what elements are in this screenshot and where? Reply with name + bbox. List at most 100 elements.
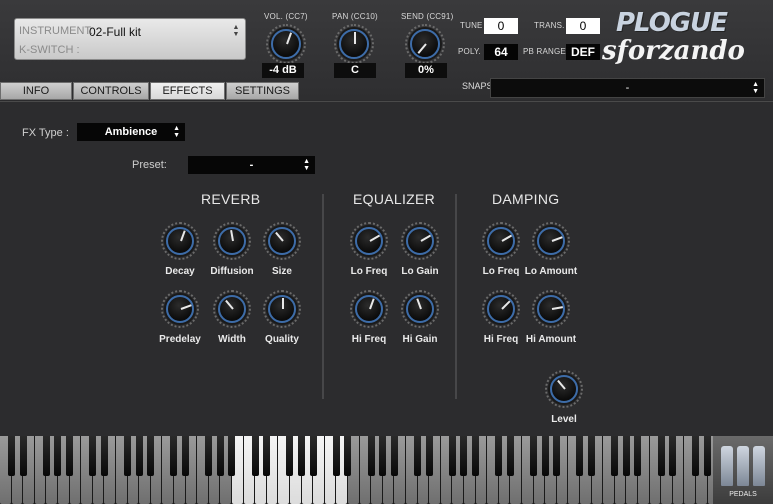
snapshot-updown-icon[interactable]: ▲ ▼ xyxy=(752,81,759,95)
pedals-label: PEDALS xyxy=(729,491,757,498)
level-level-knob[interactable] xyxy=(550,375,578,403)
black-key[interactable] xyxy=(553,436,561,476)
damping-lo-amount-label: Lo Amount xyxy=(524,266,578,277)
reverb-quality-label: Quality xyxy=(265,334,299,345)
black-key[interactable] xyxy=(704,436,711,476)
black-key[interactable] xyxy=(390,436,398,476)
black-key[interactable] xyxy=(286,436,294,476)
pedals-panel[interactable]: PEDALS xyxy=(713,436,773,504)
fx-type-value: Ambience xyxy=(104,126,158,138)
black-key[interactable] xyxy=(8,436,15,476)
damping-lo-amount-knob[interactable] xyxy=(537,227,565,255)
black-key[interactable] xyxy=(147,436,155,476)
black-key[interactable] xyxy=(692,436,700,476)
preset-updown-icon[interactable]: ▲ ▼ xyxy=(303,158,310,172)
trans-value[interactable]: 0 xyxy=(566,18,600,34)
black-key[interactable] xyxy=(611,436,619,476)
black-key[interactable] xyxy=(506,436,514,476)
black-key[interactable] xyxy=(669,436,677,476)
black-key[interactable] xyxy=(19,436,27,476)
damping-hi-amount-knob[interactable] xyxy=(537,295,565,323)
piano-keyboard[interactable] xyxy=(0,436,713,504)
black-key[interactable] xyxy=(135,436,143,476)
black-key[interactable] xyxy=(332,436,340,476)
pbrange-value[interactable]: DEF xyxy=(566,44,600,60)
black-key[interactable] xyxy=(622,436,630,476)
eq-hi-gain-knob[interactable] xyxy=(406,295,434,323)
pedal-middle[interactable] xyxy=(737,446,749,486)
preset-select[interactable]: - ▲ ▼ xyxy=(188,156,315,174)
black-key[interactable] xyxy=(588,436,595,476)
divider-right xyxy=(455,194,457,399)
black-key[interactable] xyxy=(344,436,352,476)
black-key[interactable] xyxy=(124,436,131,476)
black-key[interactable] xyxy=(205,436,213,476)
black-key[interactable] xyxy=(460,436,468,476)
pedal-right[interactable] xyxy=(753,446,765,486)
eq-hi-gain-label: Hi Gain xyxy=(402,334,438,345)
eq-lo-gain-knob[interactable] xyxy=(406,227,434,255)
poly-value[interactable]: 64 xyxy=(484,44,518,60)
black-key[interactable] xyxy=(216,436,224,476)
pan-label: PAN (CC10) xyxy=(332,12,378,21)
black-key[interactable] xyxy=(298,436,305,476)
reverb-size-knob[interactable] xyxy=(268,227,296,255)
black-key[interactable] xyxy=(414,436,421,476)
black-key[interactable] xyxy=(530,436,537,476)
black-key[interactable] xyxy=(576,436,584,476)
black-key[interactable] xyxy=(541,436,549,476)
black-key[interactable] xyxy=(657,436,665,476)
eq-hi-freq-knob[interactable] xyxy=(355,295,383,323)
reverb-diffusion-knob[interactable] xyxy=(218,227,246,255)
black-key[interactable] xyxy=(309,436,317,476)
tune-value[interactable]: 0 xyxy=(484,18,518,34)
tab-settings[interactable]: SETTINGS xyxy=(226,82,299,100)
black-key[interactable] xyxy=(425,436,433,476)
reverb-title: REVERB xyxy=(201,191,261,207)
damping-title: DAMPING xyxy=(492,191,560,207)
tab-info[interactable]: INFO xyxy=(0,82,72,100)
black-key[interactable] xyxy=(100,436,108,476)
black-key[interactable] xyxy=(448,436,456,476)
fx-type-select[interactable]: Ambience ▲ ▼ xyxy=(77,123,185,141)
black-key[interactable] xyxy=(42,436,50,476)
black-key[interactable] xyxy=(182,436,189,476)
effects-panel: FX Type : Ambience ▲ ▼ Preset: - ▲ ▼ REVER… xyxy=(0,101,773,436)
pedal-left[interactable] xyxy=(721,446,733,486)
damping-hi-freq-knob[interactable] xyxy=(487,295,515,323)
black-key[interactable] xyxy=(89,436,97,476)
black-key[interactable] xyxy=(634,436,642,476)
reverb-width-knob[interactable] xyxy=(218,295,246,323)
sforzando-logo: sforzando xyxy=(602,36,745,66)
black-key[interactable] xyxy=(66,436,73,476)
black-key[interactable] xyxy=(367,436,375,476)
reverb-predelay-knob[interactable] xyxy=(166,295,194,323)
preset-value: - xyxy=(249,159,254,171)
instrument-updown-icon[interactable]: ▲ ▼ xyxy=(231,24,241,38)
reverb-size-label: Size xyxy=(271,266,292,277)
eq-lo-freq-knob[interactable] xyxy=(355,227,383,255)
damping-lo-freq-knob[interactable] xyxy=(487,227,515,255)
tune-label: TUNE xyxy=(460,21,483,30)
vol-knob[interactable] xyxy=(271,29,301,59)
tab-controls[interactable]: CONTROLS xyxy=(73,82,149,100)
black-key[interactable] xyxy=(495,436,503,476)
black-key[interactable] xyxy=(170,436,178,476)
tab-effects[interactable]: EFFECTS xyxy=(150,82,225,100)
black-key[interactable] xyxy=(54,436,62,476)
black-key[interactable] xyxy=(263,436,271,476)
instrument-selector[interactable]: INSTRUMENT: 02-Full kit K-SWITCH : ▲ ▼ xyxy=(14,18,246,60)
black-key[interactable] xyxy=(472,436,479,476)
instrument-value: 02-Full kit xyxy=(89,25,142,39)
pan-knob[interactable] xyxy=(339,29,369,59)
black-key[interactable] xyxy=(251,436,259,476)
damping-hi-amount-label: Hi Amount xyxy=(525,334,577,345)
reverb-decay-knob[interactable] xyxy=(166,227,194,255)
snapshot-select[interactable]: - ▲ ▼ xyxy=(490,78,765,98)
instrument-label: INSTRUMENT: xyxy=(19,25,93,37)
send-knob[interactable] xyxy=(410,29,440,59)
black-key[interactable] xyxy=(228,436,236,476)
reverb-quality-knob[interactable] xyxy=(268,295,296,323)
fx-type-updown-icon[interactable]: ▲ ▼ xyxy=(173,125,180,139)
black-key[interactable] xyxy=(379,436,387,476)
